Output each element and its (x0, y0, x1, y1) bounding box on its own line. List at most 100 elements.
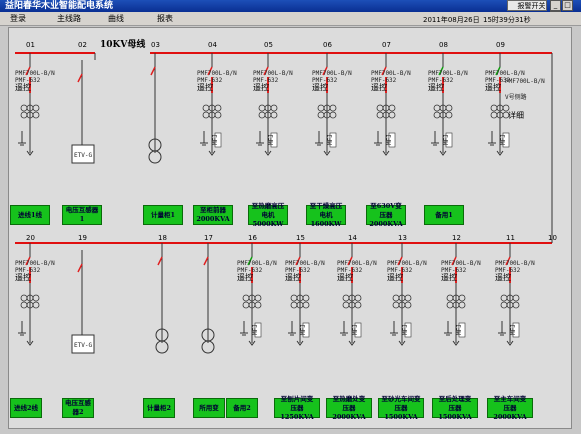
feeder-number-bottom: 11 (506, 234, 515, 242)
feeder-bottom-4: MFJPMF700L-B/NPMF-632遥控 (237, 243, 277, 346)
feeder-button-bottom-0[interactable]: 进线2线 (10, 398, 42, 418)
ct-coil-icon (404, 294, 412, 302)
switch-icon (77, 263, 83, 273)
feeder-button-bottom-1[interactable]: 电压互感器2 (62, 398, 94, 418)
model-a-label: PMF700L-B/N (485, 70, 525, 77)
model-a-label: PMF700L-B/N (387, 260, 427, 267)
pt-feeder-bottom-2 (155, 243, 169, 354)
ct-coil-icon (445, 111, 453, 119)
ct-coil-icon (20, 301, 28, 309)
feeder-button-bottom-8[interactable]: 至后处理变 压器1500KVA (432, 395, 478, 421)
ct-coil-icon (446, 301, 454, 309)
feeder-bottom-6: MFJPMF700L-B/NPMF-632遥控 (337, 243, 377, 346)
ct-coil-icon (20, 104, 28, 112)
mfj-label: MFJ (386, 134, 393, 145)
feeder-number-bottom: 20 (26, 234, 35, 242)
remote-label: 遥控 (15, 82, 31, 92)
ct-coil-icon (376, 104, 384, 112)
feeder-number-bottom: 17 (204, 234, 213, 242)
feeder-button-bottom-5[interactable]: 至刨片间变 压器1250KVA (274, 395, 320, 421)
feeder-bottom-8: MFJPMF700L-B/NPMF-632遥控 (441, 243, 481, 346)
pt-feeder-top-2 (148, 53, 162, 164)
ct-coil-icon (433, 104, 441, 112)
remote-label: 遥控 (485, 82, 501, 92)
feeder-button-bottom-4[interactable]: 备用2 (226, 398, 258, 418)
ct-coil-icon (392, 301, 400, 309)
feeder-number-bottom: 18 (158, 234, 167, 242)
ct-coil-icon (490, 111, 498, 119)
ct-coil-icon (458, 294, 466, 302)
ct-coil-icon (32, 104, 40, 112)
feeder-number-bottom: 14 (348, 234, 357, 242)
feeder-button-top-4[interactable]: 至热磨高压 电机5000KW (248, 202, 288, 228)
ct-coil-icon (354, 301, 362, 309)
feeder-number-top: 08 (439, 41, 448, 49)
feeder-number-top: 06 (323, 41, 332, 49)
switch-icon (157, 256, 163, 266)
model-a-label: PMF700L-B/N (285, 260, 325, 267)
ct-coil-icon (329, 104, 337, 112)
model-a-label: PMF700L-B/N (441, 260, 481, 267)
feeder-bottom-9: MFJPMF700L-B/NPMF-632遥控 (495, 243, 535, 346)
feeder-button-top-3[interactable]: 至柜前器 2000KVA (193, 205, 233, 225)
feeder-top-0: PMF700L-B/NPMF-632遥控 (15, 53, 55, 156)
model-a-label: PMF700L-B/N (15, 260, 55, 267)
model-a-label: PMF700L-B/N (495, 260, 535, 267)
feeder-button-top-0[interactable]: 进线1线 (10, 205, 50, 225)
feeder-09-model-a: PMF700L-B/N (505, 78, 545, 85)
model-a-label: PMF700L-B/N (312, 70, 352, 77)
remote-label: 遥控 (441, 272, 457, 282)
ct-coil-icon (214, 111, 222, 119)
feeder-button-bottom-3[interactable]: 所用变 (193, 398, 225, 418)
ct-coil-icon (20, 111, 28, 119)
mfj-label: MFJ (456, 324, 463, 335)
ct-coil-icon (258, 111, 266, 119)
feeder-button-bottom-6[interactable]: 至热磨处变 压器2000KVA (326, 395, 372, 421)
ct-coil-icon (388, 104, 396, 112)
ct-coil-icon (388, 111, 396, 119)
ct-coil-icon (214, 104, 222, 112)
ct-coil-icon (458, 301, 466, 309)
labels: 10KV母线 01 02 03 04 05 06 07 08 09 20 19 18 17 16 15 14 13… (26, 38, 557, 242)
feeder-number-top: 04 (208, 41, 217, 49)
ct-coil-icon (446, 294, 454, 302)
feeder-button-top-7[interactable]: 备用1 (424, 205, 464, 225)
feeder-number-bottom: 13 (398, 234, 407, 242)
remote-label: 遥控 (428, 82, 444, 92)
ct-coil-icon (512, 301, 520, 309)
ct-coil-icon (433, 111, 441, 119)
feeder-button-bottom-9[interactable]: 至主车间变 压器2000KVA (487, 395, 533, 421)
ct-coil-icon (404, 301, 412, 309)
model-a-label: PMF700L-B/N (237, 260, 277, 267)
ct-coil-icon (32, 294, 40, 302)
mfj-label: MFJ (402, 324, 409, 335)
ct-coil-icon (270, 104, 278, 112)
remote-label: 遥控 (387, 272, 403, 282)
feeder-button-top-1[interactable]: 电压互感器1 (62, 205, 102, 225)
feeder-button-bottom-2[interactable]: 计量柜2 (143, 398, 175, 418)
feeder-button-top-5[interactable]: 至干燥高压 电机1600KW (306, 202, 346, 228)
switch-icon (77, 73, 83, 83)
feeder-top-5: MFJPMF700L-B/NPMF-632遥控 (312, 53, 352, 156)
ct-coil-icon (490, 104, 498, 112)
switch-icon (150, 66, 156, 76)
remote-label: 遥控 (371, 82, 387, 92)
ct-coil-icon (258, 104, 266, 112)
feeder-button-top-2[interactable]: 计量柜1 (143, 205, 183, 225)
remote-label: 遥控 (312, 82, 328, 92)
mfj-label: MFJ (212, 134, 219, 145)
ct-coil-icon (376, 111, 384, 119)
feeder-button-top-6[interactable]: 至630V变 压器2000KVA (366, 202, 406, 228)
feeder-top-7: MFJPMF700L-B/NPMF-632遥控 (428, 53, 468, 156)
model-a-label: PMF700L-B/N (253, 70, 293, 77)
feeder-top-4: MFJPMF700L-B/NPMF-632遥控 (253, 53, 293, 156)
model-a-label: PMF700L-B/N (428, 70, 468, 77)
remote-label: 遥控 (337, 272, 353, 282)
ct-coil-icon (254, 301, 262, 309)
ct-coil-icon (302, 294, 310, 302)
feeder-number-top: 05 (264, 41, 273, 49)
feeder-button-bottom-7[interactable]: 至砂光车间变 压器1500KVA (378, 395, 424, 421)
feeder-number-top: 09 (496, 41, 505, 49)
ct-coil-icon (317, 111, 325, 119)
mfj-label: MFJ (268, 134, 275, 145)
